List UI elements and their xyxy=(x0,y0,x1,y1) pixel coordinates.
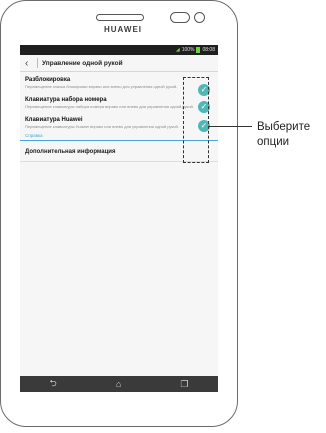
battery-percent: 100% xyxy=(181,47,195,53)
navigation-bar: ⮌ ⌂ ❐ xyxy=(20,376,218,392)
callout-line xyxy=(209,126,252,127)
back-arrow-icon[interactable]: ⮌ xyxy=(50,376,57,392)
speaker-grille xyxy=(96,14,144,21)
highlight-box xyxy=(183,77,209,163)
front-camera-icon xyxy=(194,12,205,23)
battery-icon xyxy=(196,46,201,53)
page-title: Управление одной рукой xyxy=(42,59,123,67)
signal-icon: ◢ xyxy=(175,47,180,53)
status-bar: ◢ 100% 08:08 xyxy=(20,45,218,55)
option-description: Перемещение клавиатуры Huawei вправо или… xyxy=(25,124,179,129)
callout-line-2: опции xyxy=(257,136,290,148)
callout-label: Выберите опции xyxy=(257,120,310,150)
option-description: Перемещение клавиатуры набора номера впр… xyxy=(25,104,194,109)
brand-logo: HUAWEI xyxy=(104,25,142,34)
title-divider xyxy=(37,58,38,68)
option-title: Клавиатура набора номера xyxy=(25,97,107,103)
home-icon[interactable]: ⌂ xyxy=(116,379,121,389)
option-description: Перемещение значка блокировки вправо или… xyxy=(25,84,178,89)
back-icon[interactable]: ‹ xyxy=(25,58,33,69)
recent-apps-icon[interactable]: ❐ xyxy=(180,379,188,390)
clock: 08:08 xyxy=(202,47,215,53)
option-title: Клавиатура Huawei xyxy=(25,117,83,123)
action-bar: ‹ Управление одной рукой xyxy=(20,55,218,72)
callout-line-1: Выберите xyxy=(257,121,311,133)
sensor-icon xyxy=(170,12,190,23)
option-title: Разблокировка xyxy=(25,77,71,83)
